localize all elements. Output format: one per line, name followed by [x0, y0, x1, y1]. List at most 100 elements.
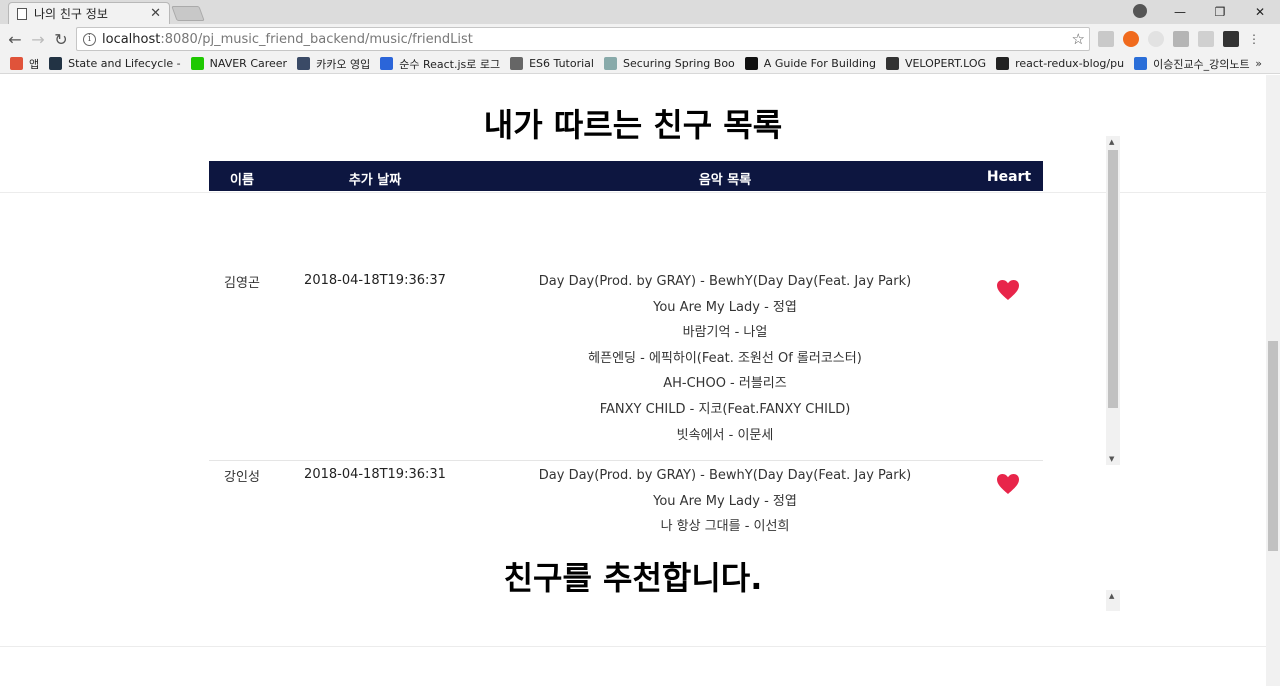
menu-icon[interactable]: ⋮ [1248, 31, 1260, 47]
table-row: 강인성 2018-04-18T19:36:31 Day Day(Prod. by G… [209, 466, 1043, 538]
bookmark-favicon-icon [380, 57, 394, 70]
song-item: 빗속에서 - 이문세 [676, 427, 774, 443]
bookmarks-bar: 앱 State and Lifecycle - NAVER Career 카카오 영입… [0, 54, 1280, 74]
recommend-scrollbar[interactable]: ▲ [1106, 590, 1120, 611]
extension-icon[interactable] [1098, 31, 1114, 47]
bookmark-item[interactable]: ES6 Tutorial [510, 57, 594, 70]
song-item: Day Day(Prod. by GRAY) - BewhY(Day Day(F… [538, 274, 912, 289]
reload-button[interactable]: ↻ [51, 29, 71, 49]
bookmark-label: 순수 React.js로 로그 [399, 57, 501, 71]
bookmark-favicon-icon [885, 57, 899, 70]
bookmark-item[interactable]: NAVER Career [190, 57, 288, 70]
recommend-friends-heading: 친구를 추천합니다. [503, 559, 763, 597]
bookmark-favicon-icon [10, 57, 23, 70]
bookmark-label: A Guide For Building [763, 57, 876, 70]
song-item: Day Day(Prod. by GRAY) - BewhY(Day Day(F… [538, 468, 912, 483]
bookmark-label: Securing Spring Boo [622, 57, 735, 70]
header-name: 이름 [230, 173, 254, 188]
song-item: 나 항상 그대를 - 이선희 [660, 519, 790, 535]
bookmark-label: 앱 [29, 57, 40, 71]
heart-icon[interactable] [996, 473, 1020, 495]
extension-icons: ⋮ [1098, 31, 1260, 47]
bookmark-favicon-icon [603, 57, 617, 70]
bookmark-favicon-icon [49, 57, 63, 70]
bookmark-star-icon[interactable]: ☆ [1072, 30, 1085, 48]
row-divider [209, 460, 1043, 461]
table-scroll-thumb[interactable] [1108, 150, 1118, 408]
divider [0, 646, 1266, 647]
table-scrollbar[interactable]: ▲ ▼ [1106, 136, 1120, 465]
added-date: 2018-04-18T19:36:37 [304, 273, 446, 288]
extension-icon[interactable] [1198, 31, 1214, 47]
bookmark-label: 이승진교수_강의노트 [1153, 57, 1250, 71]
table-header: 이름 추가 날짜 음악 목록 Heart [209, 161, 1043, 191]
bookmark-item[interactable]: 이승진교수_강의노트 [1134, 56, 1250, 72]
bookmark-item[interactable]: react-redux-blog/pu [996, 57, 1124, 70]
scroll-down-icon[interactable]: ▼ [1109, 455, 1114, 463]
account-icon[interactable] [1133, 4, 1147, 18]
bookmark-label: NAVER Career [209, 57, 288, 70]
song-item: FANXY CHILD - 지코(Feat.FANXY CHILD) [599, 401, 851, 417]
divider [0, 192, 1266, 193]
tab-strip: 나의 친구 정보 ✕ — ❐ ✕ [0, 0, 1280, 24]
song-item: 헤픈엔딩 - 에픽하이(Feat. 조원선 Of 롤러코스터) [588, 350, 862, 366]
bookmark-favicon-icon [744, 57, 758, 70]
restore-button[interactable]: ❐ [1200, 0, 1240, 24]
header-date: 추가 날짜 [348, 173, 402, 188]
bookmark-favicon-icon [297, 57, 311, 70]
bookmark-favicon-icon [996, 57, 1010, 70]
added-date: 2018-04-18T19:36:31 [304, 467, 446, 482]
bookmark-favicon-icon [190, 57, 204, 70]
back-button[interactable]: ← [5, 29, 25, 49]
bookmark-item[interactable]: A Guide For Building [744, 57, 876, 70]
bookmark-favicon-icon [1134, 57, 1148, 70]
close-tab-icon[interactable]: ✕ [150, 6, 161, 21]
tab-title: 나의 친구 정보 [34, 7, 108, 21]
bookmark-label: 카카오 영입 [316, 57, 371, 71]
song-item: 바람기억 - 나얼 [682, 325, 768, 341]
bookmark-item[interactable]: 앱 [10, 56, 39, 72]
bookmark-label: State and Lifecycle - [68, 57, 181, 70]
more-bookmarks-button[interactable]: » [1255, 57, 1262, 70]
scroll-up-icon[interactable]: ▲ [1109, 592, 1114, 600]
page-scrollbar[interactable] [1266, 75, 1280, 686]
song-item: You Are My Lady - 정엽 [653, 493, 797, 509]
bookmark-item[interactable]: VELOPERT.LOG [885, 57, 987, 70]
song-item: You Are My Lady - 정엽 [653, 299, 797, 315]
heart-icon[interactable] [996, 279, 1020, 301]
music-list: Day Day(Prod. by GRAY) - BewhY(Day Day(F… [475, 272, 975, 448]
following-friends-heading: 내가 따르는 친구 목록 [483, 106, 783, 144]
bookmark-label: react-redux-blog/pu [1015, 57, 1125, 70]
header-music: 음악 목록 [698, 173, 752, 188]
browser-toolbar: ← → ↻ i localhost:8080/pj_music_friend_b… [0, 24, 1280, 54]
url-host: localhost [102, 31, 161, 47]
header-heart: Heart [986, 169, 1032, 185]
bookmark-item[interactable]: State and Lifecycle - [49, 57, 181, 70]
scroll-up-icon[interactable]: ▲ [1109, 138, 1114, 146]
bookmark-label: ES6 Tutorial [529, 57, 594, 70]
forward-button[interactable]: → [28, 29, 48, 49]
info-icon[interactable]: i [83, 32, 96, 46]
page-scroll-thumb[interactable] [1268, 341, 1278, 551]
song-item: AH-CHOO - 러블리즈 [663, 376, 787, 392]
extension-icon[interactable] [1223, 31, 1239, 47]
bookmark-label: VELOPERT.LOG [904, 57, 987, 70]
close-window-button[interactable]: ✕ [1240, 0, 1280, 24]
bookmark-item[interactable]: 순수 React.js로 로그 [380, 56, 500, 72]
page-icon [17, 7, 27, 20]
extension-icon[interactable] [1123, 31, 1139, 47]
window-controls: — ❐ ✕ [1160, 0, 1280, 24]
address-bar[interactable]: i localhost:8080/pj_music_friend_backend… [76, 27, 1090, 51]
bookmark-item[interactable]: Securing Spring Boo [603, 57, 735, 70]
bookmark-favicon-icon [510, 57, 524, 70]
music-list: Day Day(Prod. by GRAY) - BewhY(Day Day(F… [475, 466, 975, 538]
browser-tab[interactable]: 나의 친구 정보 ✕ [8, 2, 170, 24]
extension-icon[interactable] [1173, 31, 1189, 47]
bookmark-item[interactable]: 카카오 영입 [297, 56, 370, 72]
minimize-button[interactable]: — [1160, 0, 1200, 24]
extension-icon[interactable] [1148, 31, 1164, 47]
url-path: :8080/pj_music_friend_backend/music/frie… [160, 31, 473, 47]
friend-name[interactable]: 김영곤 [209, 272, 275, 291]
friend-name[interactable]: 강인성 [209, 466, 275, 485]
new-tab-button[interactable] [171, 6, 205, 21]
